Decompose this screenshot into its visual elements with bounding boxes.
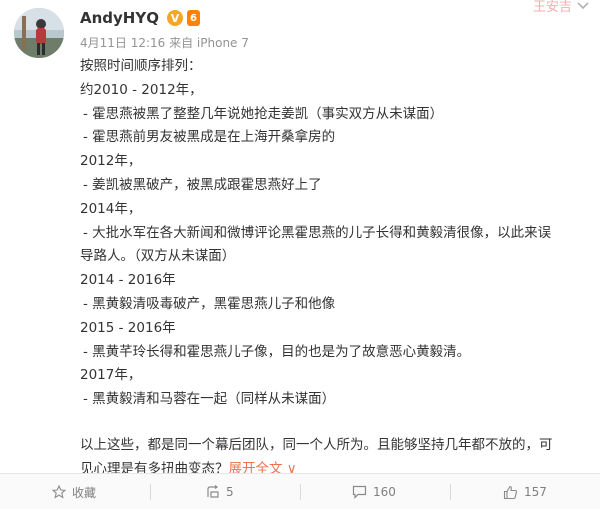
- text-line: - 大批水军在各大新闻和微博评论黑霍思燕的儿子长得和黄毅清很像，以此来误: [83, 224, 552, 241]
- weibo-post-card: AndyHYQ V 6 4月11日 12:16 来自 iPhone 7 王安吉 …: [0, 0, 600, 509]
- text-line: 按照时间顺序排列：: [80, 58, 202, 74]
- repost-count: 5: [226, 485, 234, 499]
- text-line: 以上这些，都是同一个幕后团队，同一个人所为。且能够坚持几年都不放的，可: [80, 436, 553, 453]
- avatar[interactable]: [14, 8, 64, 58]
- comment-count: 160: [373, 485, 396, 499]
- text-line: - 黑黄芊玲长得和霍思燕儿子像，目的也是为了故意恶心黄毅清。: [83, 343, 471, 360]
- text-line: - 黑黄毅清和马蓉在一起（同样从未谋面）: [83, 391, 336, 408]
- avatar-photo: [14, 8, 64, 58]
- action-bar: 收藏 5 160 157: [0, 473, 600, 509]
- text-line: 2014 - 2016年: [80, 272, 176, 289]
- repost-button[interactable]: 5: [206, 474, 234, 509]
- text-line: 2017年，: [80, 367, 142, 384]
- comment-button[interactable]: 160: [352, 474, 396, 509]
- text-line: 导路人。（双方从未谋面）: [80, 248, 236, 265]
- repost-icon: [207, 485, 219, 498]
- divider: [150, 484, 151, 500]
- favorite-button[interactable]: 收藏: [52, 474, 96, 509]
- username-row: AndyHYQ V 6: [80, 9, 200, 27]
- username-link[interactable]: AndyHYQ: [80, 9, 159, 27]
- text-line: 2015 - 2016年: [80, 319, 176, 336]
- text-line: 2012年，: [80, 153, 142, 170]
- text-line: - 姜凯被黑破产，被黑成跟霍思燕好上了: [83, 176, 322, 193]
- text-line: 2014年，: [80, 200, 142, 217]
- divider: [300, 484, 301, 500]
- top-right-watermark-text: 王安吉: [532, 0, 572, 15]
- comment-icon: [352, 485, 367, 499]
- favorite-label: 收藏: [72, 485, 97, 500]
- divider: [450, 484, 451, 500]
- post-content: 按照时间顺序排列： 约2010 - 2012年， - 霍思燕被黑了整整几年说她抢…: [80, 55, 585, 482]
- chevron-down-icon[interactable]: [576, 0, 590, 12]
- vip-badge-icon: 6: [186, 10, 200, 26]
- like-button[interactable]: 157: [503, 474, 547, 509]
- like-count: 157: [524, 485, 547, 499]
- star-icon: [52, 485, 66, 499]
- post-meta[interactable]: 4月11日 12:16 来自 iPhone 7: [80, 34, 249, 51]
- text-line: - 霍思燕被黑了整整几年说她抢走姜凯（事实双方从未谋面）: [83, 105, 444, 122]
- verified-badge-icon: V: [166, 10, 183, 26]
- thumbs-up-icon: [503, 485, 518, 499]
- text-line: - 霍思燕前男友被黑成是在上海开桑拿房的: [83, 129, 336, 146]
- text-line: - 黑黄毅清吸毒破产，黑霍思燕儿子和他像: [83, 295, 336, 312]
- text-line: 约2010 - 2012年，: [80, 81, 203, 98]
